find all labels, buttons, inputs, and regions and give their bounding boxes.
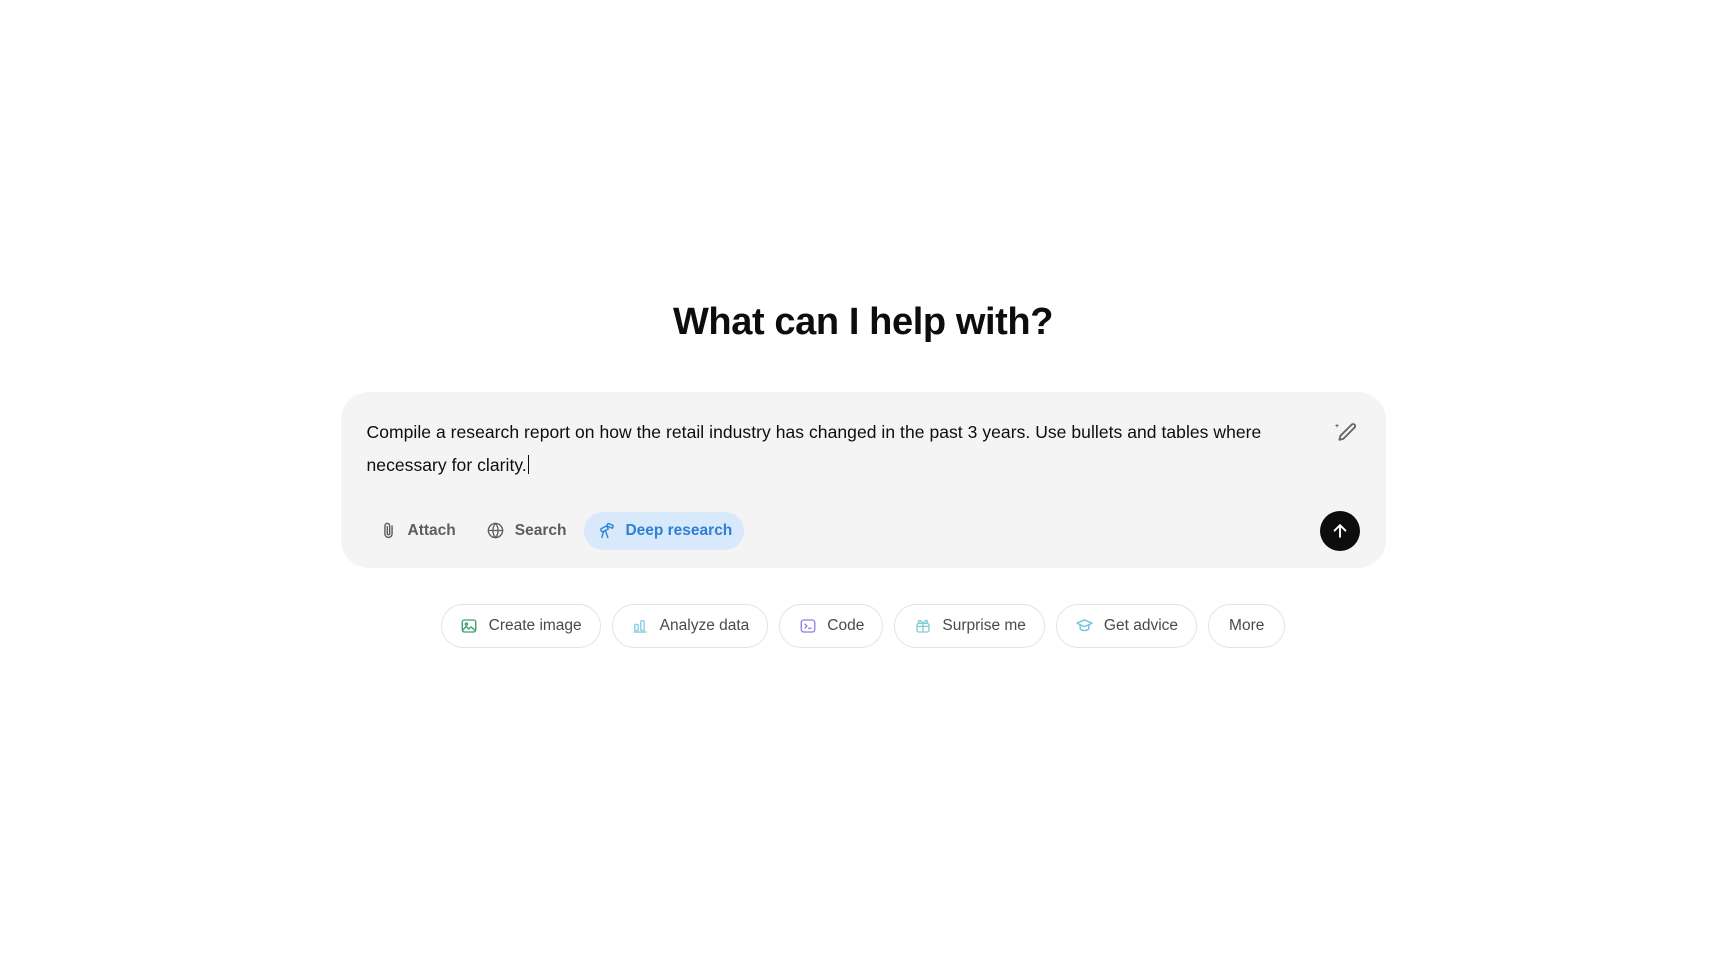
chip-code[interactable]: Code xyxy=(779,603,884,648)
chip-surprise-me[interactable]: Surprise me xyxy=(894,603,1045,648)
chip-create-image[interactable]: Create image xyxy=(440,603,601,648)
prompt-text: Compile a research report on how the ret… xyxy=(366,421,1262,475)
graduation-cap-icon xyxy=(1075,616,1094,635)
composer-text-row: Compile a research report on how the ret… xyxy=(367,416,1360,482)
gift-icon xyxy=(913,616,932,635)
globe-icon xyxy=(486,521,506,541)
composer[interactable]: Compile a research report on how the ret… xyxy=(340,391,1386,568)
terminal-icon xyxy=(798,616,817,635)
deep-research-button[interactable]: Deep research xyxy=(584,511,745,550)
chip-label: Create image xyxy=(488,616,582,634)
chip-label: More xyxy=(1229,616,1265,634)
chat-home-page: What can I help with? Compile a research… xyxy=(0,0,1726,954)
suggestion-chips: Create image Analyze data Code Surprise … xyxy=(440,603,1286,648)
paperclip-icon xyxy=(379,521,399,541)
search-button[interactable]: Search xyxy=(474,512,579,550)
search-label: Search xyxy=(514,521,567,539)
center-stack: What can I help with? Compile a research… xyxy=(333,300,1393,648)
chip-label: Surprise me xyxy=(942,616,1026,634)
deep-research-label: Deep research xyxy=(625,521,733,539)
bar-chart-icon xyxy=(631,616,650,635)
chip-label: Analyze data xyxy=(659,616,750,634)
page-title: What can I help with? xyxy=(672,301,1054,343)
chip-more[interactable]: More xyxy=(1208,603,1286,648)
image-icon xyxy=(460,616,479,635)
prompt-input[interactable]: Compile a research report on how the ret… xyxy=(367,416,1316,482)
chip-get-advice[interactable]: Get advice xyxy=(1055,603,1198,648)
chip-label: Get advice xyxy=(1103,616,1179,634)
chip-label: Code xyxy=(827,616,865,634)
attach-button[interactable]: Attach xyxy=(367,512,468,550)
composer-toolbar: Attach Search Deep research xyxy=(367,510,1360,551)
attach-label: Attach xyxy=(407,521,456,539)
pencil-sparkle-icon[interactable] xyxy=(1330,418,1360,448)
send-button[interactable] xyxy=(1319,510,1360,551)
chip-analyze-data[interactable]: Analyze data xyxy=(611,603,769,648)
text-caret xyxy=(527,454,530,474)
telescope-icon xyxy=(596,521,616,541)
arrow-up-icon xyxy=(1330,521,1350,541)
